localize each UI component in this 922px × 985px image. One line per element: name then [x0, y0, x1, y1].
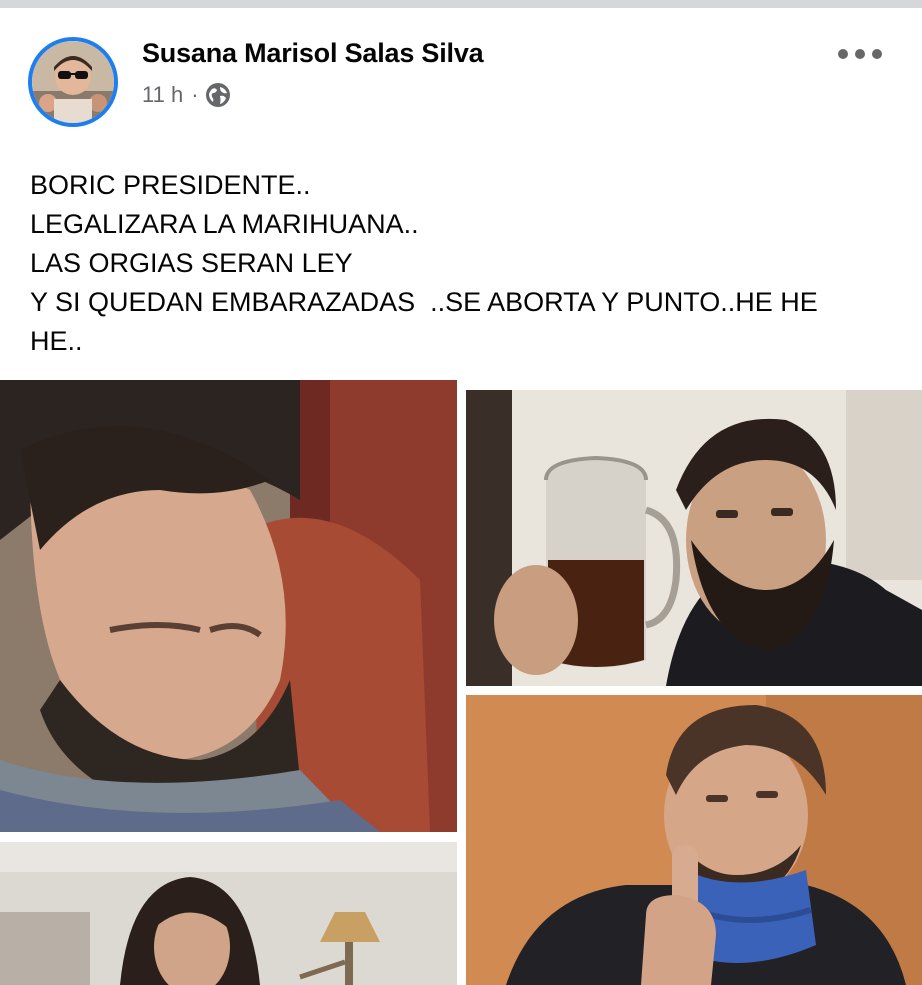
photo-man-gesture[interactable] [466, 695, 922, 985]
avatar-image [32, 41, 114, 123]
photo-man-long-hair[interactable] [0, 842, 457, 985]
post-text: BORIC PRESIDENTE.. LEGALIZARA LA MARIHUA… [30, 166, 890, 361]
more-dot [855, 49, 865, 59]
photo-grid [0, 380, 922, 985]
post-text-line: HE.. [30, 326, 83, 356]
avatar[interactable] [28, 37, 118, 127]
author-name[interactable]: Susana Marisol Salas Silva [142, 38, 484, 69]
more-options-icon[interactable] [838, 42, 882, 66]
top-divider [0, 0, 922, 8]
post-text-line: BORIC PRESIDENTE.. [30, 170, 311, 200]
post-text-line: LAS ORGIAS SERAN LEY [30, 248, 353, 278]
more-dot [872, 49, 882, 59]
globe-icon [205, 82, 231, 108]
facebook-post: Susana Marisol Salas Silva 11 h · BORIC … [0, 8, 922, 985]
photo-man-with-mug[interactable] [466, 390, 922, 686]
photo-man-sleeping[interactable] [0, 380, 457, 832]
post-text-line: LEGALIZARA LA MARIHUANA.. [30, 209, 419, 239]
meta-separator: · [191, 82, 199, 107]
more-dot [838, 49, 848, 59]
post-text-line: Y SI QUEDAN EMBARAZADAS ..SE ABORTA Y PU… [30, 287, 818, 317]
post-meta: 11 h · [142, 82, 231, 108]
post-time[interactable]: 11 h [142, 82, 183, 108]
